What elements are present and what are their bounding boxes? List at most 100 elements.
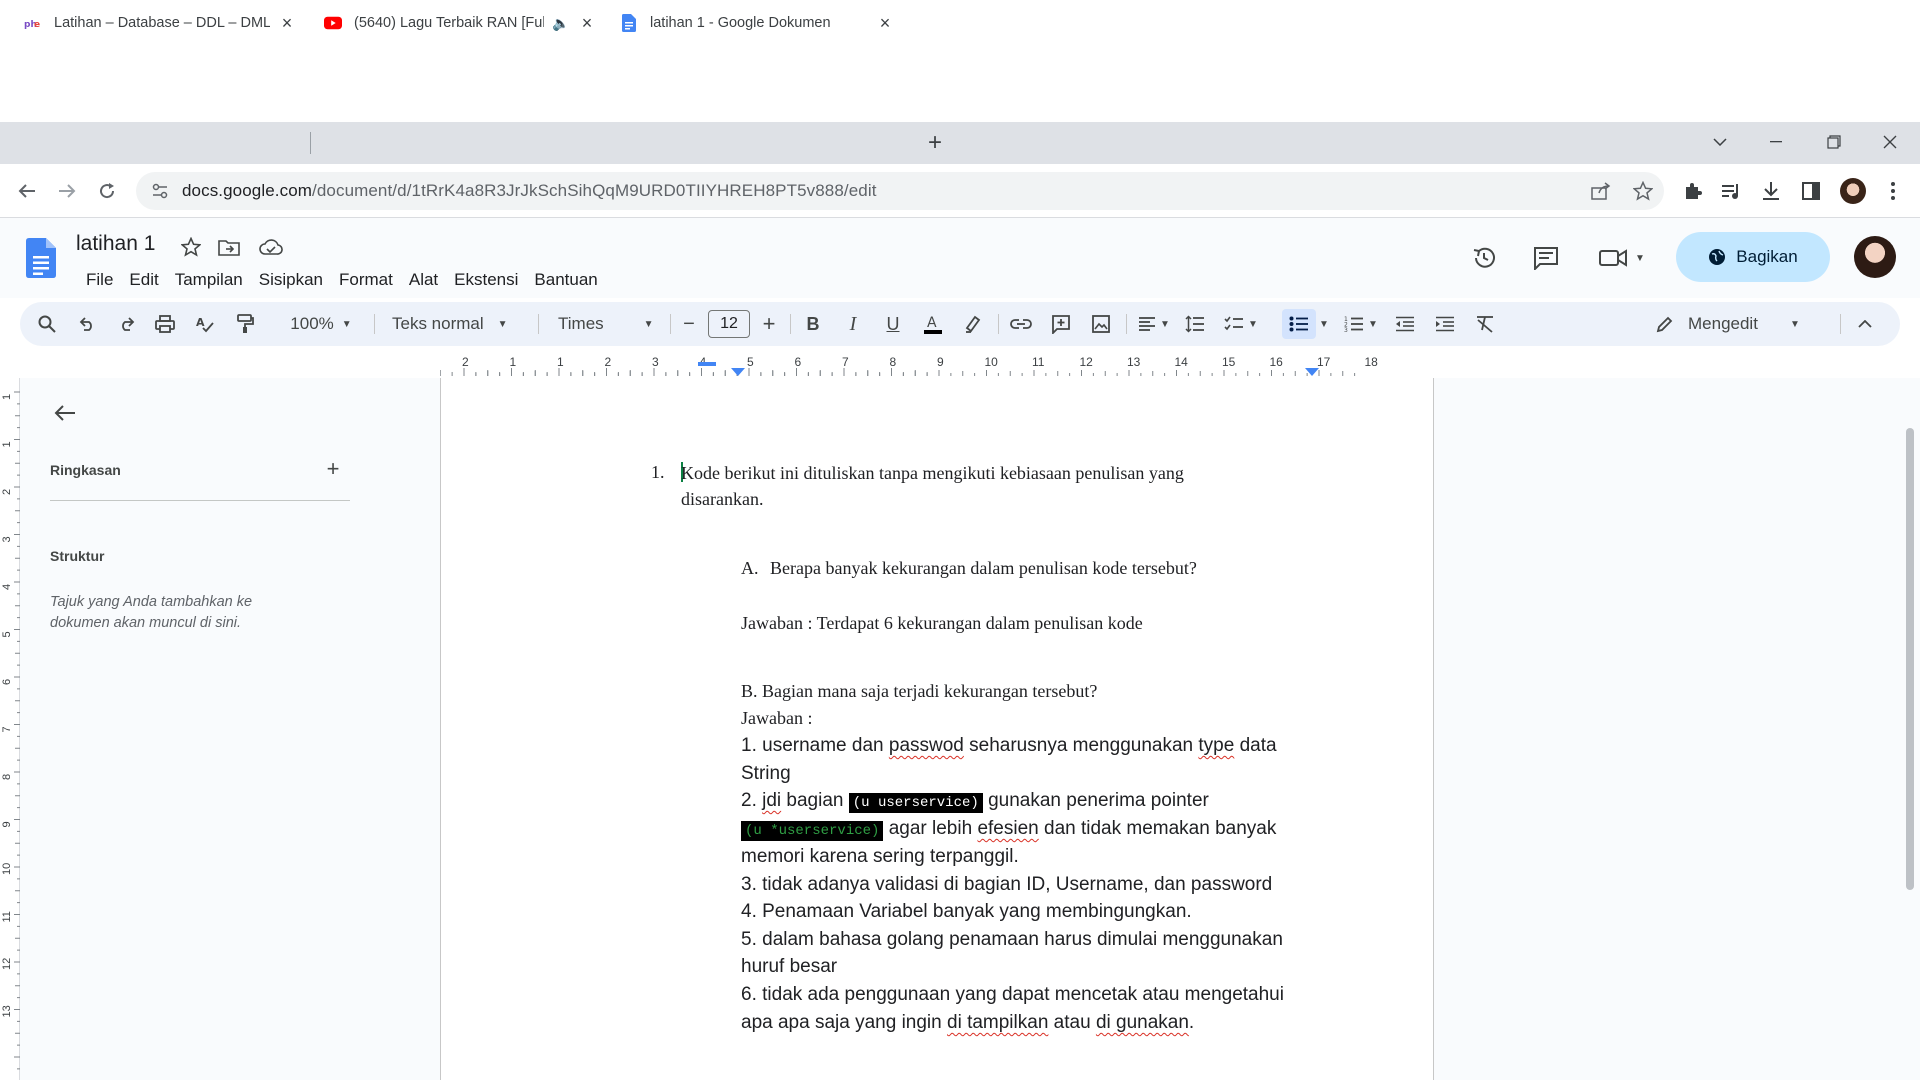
zoom-select[interactable]: 100% ▼ [282, 309, 360, 339]
line-spacing-icon[interactable] [1180, 309, 1210, 339]
share-label: Bagikan [1736, 247, 1798, 266]
share-page-icon[interactable] [1590, 180, 1612, 202]
decrease-font-size-icon[interactable]: − [676, 309, 702, 339]
tab-search-icon[interactable] [1692, 122, 1748, 162]
answer-a-text[interactable]: Jawaban : Terdapat 6 kekurangan dalam pe… [741, 613, 1143, 634]
download-icon[interactable] [1756, 176, 1786, 206]
side-panel-icon[interactable] [1796, 176, 1826, 206]
bookmark-star-icon[interactable] [1632, 180, 1654, 202]
undo-icon[interactable] [72, 309, 102, 339]
increase-font-size-icon[interactable]: + [756, 309, 782, 339]
editing-mode-select[interactable]: Mengedit ▼ [1656, 309, 1816, 339]
horizontal-ruler[interactable]: 21123456789101112131415161718 [439, 354, 1434, 378]
font-size-input[interactable]: 12 [708, 310, 750, 338]
menu-insert[interactable]: Sisipkan [251, 266, 331, 294]
vertical-ruler[interactable]: 1 1 2 3 4 5 6 7 8 9 10 11 12 13 [0, 378, 20, 1080]
paint-format-icon[interactable] [230, 309, 260, 339]
close-outline-icon[interactable] [50, 398, 80, 428]
question-b-text[interactable]: B. Bagian mana saja terjadi kekurangan t… [741, 681, 1097, 702]
decrease-indent-icon[interactable] [1390, 309, 1420, 339]
svg-text:3: 3 [1344, 327, 1348, 332]
answer-line-9[interactable]: huruf besar [741, 956, 837, 978]
move-folder-icon[interactable] [216, 234, 242, 260]
extensions-icon[interactable] [1678, 176, 1708, 206]
redo-icon[interactable] [112, 309, 142, 339]
underline-icon[interactable]: U [878, 309, 908, 339]
answer-b-label[interactable]: Jawaban : [741, 708, 812, 729]
answer-line-6[interactable]: 3. tidak adanya validasi di bagian ID, U… [741, 874, 1272, 896]
reload-icon[interactable] [92, 176, 122, 206]
print-icon[interactable] [150, 309, 180, 339]
menu-file[interactable]: File [78, 266, 121, 294]
docs-logo-icon[interactable] [26, 238, 56, 278]
answer-line-2[interactable]: String [741, 763, 791, 785]
list-item-text-cont[interactable]: disarankan. [681, 489, 763, 510]
list-item-text[interactable]: Kode berikut ini dituliskan tanpa mengik… [681, 462, 1184, 484]
address-bar[interactable]: docs.google.com/document/d/1tRrK4a8R3JrJ… [136, 172, 1664, 210]
insert-link-icon[interactable] [1006, 309, 1036, 339]
close-tab-icon[interactable]: × [278, 13, 296, 33]
hide-menus-icon[interactable] [1850, 309, 1880, 339]
star-icon[interactable] [178, 234, 204, 260]
close-tab-icon[interactable]: × [876, 13, 894, 33]
italic-icon[interactable]: I [838, 309, 868, 339]
menu-format[interactable]: Format [331, 266, 401, 294]
search-menus-icon[interactable] [32, 309, 62, 339]
document-page[interactable]: 1. Kode berikut ini dituliskan tanpa men… [440, 378, 1434, 1080]
spellcheck-icon[interactable]: A [190, 309, 220, 339]
text-color-icon[interactable]: A [918, 309, 948, 339]
site-info-icon[interactable] [150, 182, 170, 200]
version-history-icon[interactable] [1464, 238, 1504, 278]
document-title[interactable]: latihan 1 [76, 232, 155, 256]
share-button[interactable]: Bagikan [1676, 232, 1830, 282]
answer-line-5[interactable]: memori karena sering terpanggil. [741, 846, 1019, 868]
answer-line-1[interactable]: 1. username dan passwod seharusnya mengg… [741, 735, 1277, 757]
menu-view[interactable]: Tampilan [167, 266, 251, 294]
insert-image-icon[interactable] [1086, 309, 1116, 339]
bullet-options-caret[interactable]: ▼ [1316, 309, 1332, 339]
font-select[interactable]: Times ▼ [550, 309, 676, 339]
forward-icon[interactable] [52, 176, 82, 206]
docs-icon [620, 14, 638, 32]
close-tab-icon[interactable]: × [578, 13, 596, 33]
meet-icon[interactable]: ▼ [1594, 238, 1650, 278]
scrollbar-thumb[interactable] [1906, 428, 1914, 890]
menu-tools[interactable]: Alat [401, 266, 446, 294]
speaker-icon[interactable]: 🔈 [552, 14, 570, 32]
restore-icon[interactable] [1806, 122, 1862, 162]
account-avatar[interactable] [1854, 236, 1896, 278]
bold-icon[interactable]: B [798, 309, 828, 339]
minimize-icon[interactable] [1748, 122, 1804, 162]
add-comment-icon[interactable] [1046, 309, 1076, 339]
answer-line-11[interactable]: apa apa saja yang ingin di tampilkan ata… [741, 1012, 1194, 1034]
increase-indent-icon[interactable] [1430, 309, 1460, 339]
answer-line-4[interactable]: (u *userservice) agar lebih efesien dan … [741, 818, 1276, 841]
checklist-icon[interactable]: ▼ [1218, 309, 1264, 339]
answer-line-7[interactable]: 4. Penamaan Variabel banyak yang membing… [741, 901, 1192, 923]
tab-youtube[interactable]: (5640) Lagu Terbaik RAN [Full 🔈 × [312, 4, 608, 42]
menu-extensions[interactable]: Ekstensi [446, 266, 526, 294]
answer-line-3[interactable]: 2. jdi bagian (u userservice) gunakan pe… [741, 790, 1209, 813]
highlight-color-icon[interactable] [958, 309, 988, 339]
add-summary-button[interactable]: + [318, 454, 348, 484]
comments-icon[interactable] [1526, 238, 1566, 278]
cloud-status-icon[interactable] [258, 234, 284, 260]
numbered-list-icon[interactable]: 123 ▼ [1338, 309, 1384, 339]
menu-help[interactable]: Bantuan [526, 266, 605, 294]
question-a-text[interactable]: Berapa banyak kekurangan dalam penulisan… [770, 558, 1197, 579]
answer-line-10[interactable]: 6. tidak ada penggunaan yang dapat mence… [741, 984, 1284, 1006]
back-icon[interactable] [12, 176, 42, 206]
new-tab-button[interactable]: + [920, 128, 950, 158]
menu-edit[interactable]: Edit [121, 266, 166, 294]
paragraph-style-select[interactable]: Teks normal ▼ [386, 309, 534, 339]
tab-latihan-database[interactable]: ph e Latihan – Database – DDL – DML × [12, 4, 308, 42]
chrome-menu-icon[interactable] [1878, 176, 1908, 206]
bulleted-list-icon[interactable] [1282, 309, 1316, 339]
media-control-icon[interactable] [1716, 176, 1746, 206]
align-icon[interactable]: ▼ [1134, 309, 1174, 339]
tab-google-docs[interactable]: latihan 1 - Google Dokumen × [608, 4, 906, 42]
clear-formatting-icon[interactable] [1470, 309, 1500, 339]
profile-avatar[interactable] [1838, 176, 1868, 206]
close-window-icon[interactable] [1862, 122, 1918, 162]
answer-line-8[interactable]: 5. dalam bahasa golang penamaan harus di… [741, 929, 1283, 951]
